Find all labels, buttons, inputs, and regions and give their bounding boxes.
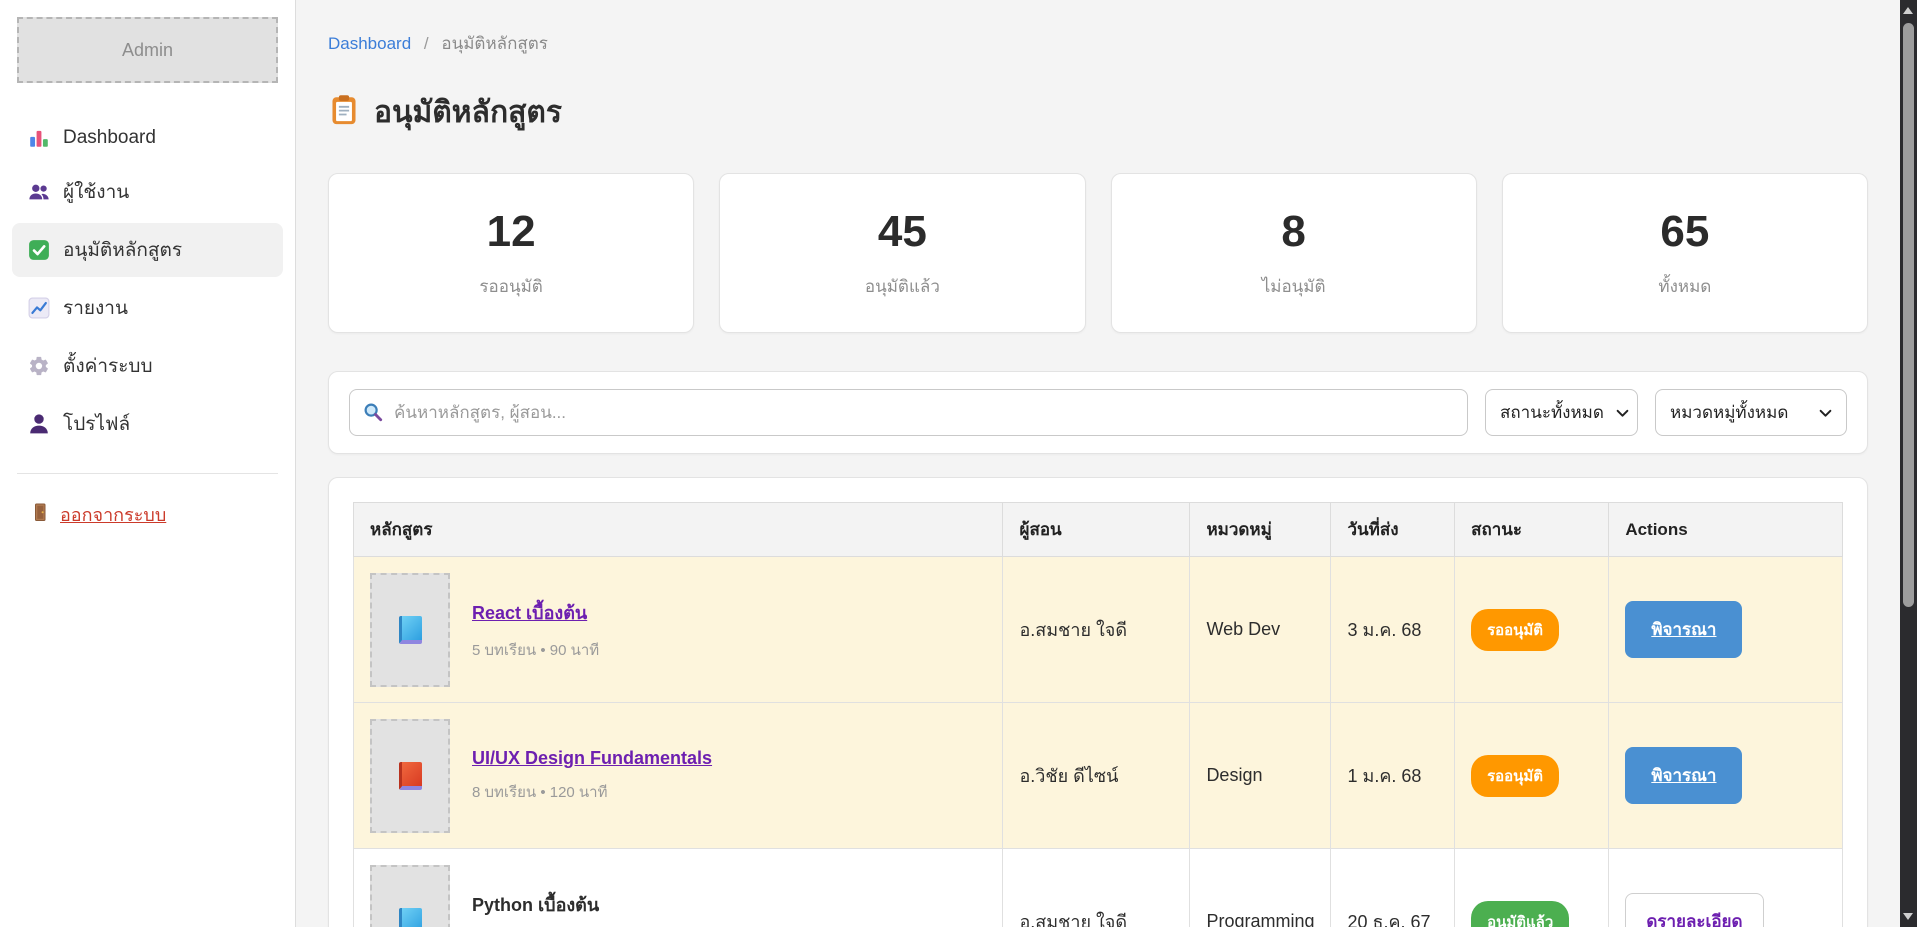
gear-icon [28, 355, 50, 377]
review-button[interactable]: พิจารณา [1625, 747, 1742, 804]
sidebar-item-label: ผู้ใช้งาน [63, 177, 129, 207]
column-header-instructor: ผู้สอน [1003, 503, 1190, 557]
trend-chart-icon [28, 297, 50, 319]
stat-card-pending: 12 รออนุมัติ [328, 173, 694, 333]
sidebar-item-label: ตั้งค่าระบบ [63, 351, 153, 381]
stat-value: 12 [487, 207, 536, 257]
logout-link[interactable]: ออกจากระบบ [30, 500, 166, 529]
sidebar-item-course-approval[interactable]: อนุมัติหลักสูตร [12, 223, 283, 277]
scrollbar-up-arrow-icon[interactable] [1903, 7, 1913, 14]
users-icon [28, 181, 50, 203]
status-badge: อนุมัติแล้ว [1471, 901, 1569, 927]
instructor-cell: อ.สมชาย ใจดี [1003, 849, 1190, 927]
date-cell: 1 ม.ค. 68 [1331, 703, 1455, 849]
column-header-date: วันที่ส่ง [1331, 503, 1455, 557]
column-header-course: หลักสูตร [354, 503, 1003, 557]
main-content: Dashboard / อนุมัติหลักสูตร อนุมัติหลักส… [296, 0, 1900, 927]
clipboard-icon [328, 94, 360, 131]
search-input[interactable] [349, 389, 1468, 436]
page-title-text: อนุมัติหลักสูตร [374, 89, 562, 136]
stat-card-total: 65 ทั้งหมด [1502, 173, 1868, 333]
column-header-category: หมวดหมู่ [1190, 503, 1331, 557]
course-meta: 8 บทเรียน • 120 นาที [472, 780, 712, 804]
stats-row: 12 รออนุมัติ 45 อนุมัติแล้ว 8 ไม่อนุมัติ… [328, 173, 1868, 333]
instructor-cell: อ.สมชาย ใจดี [1003, 557, 1190, 703]
table-row: Python เบื้องต้น 8 บทเรียน • 120 นาที อ.… [354, 849, 1843, 927]
search-box [349, 389, 1468, 436]
breadcrumb-current: อนุมัติหลักสูตร [441, 34, 548, 53]
course-title-link[interactable]: React เบื้องต้น [472, 603, 587, 623]
person-icon [28, 413, 50, 435]
category-filter-value: หมวดหมู่ทั้งหมด [1670, 399, 1788, 426]
course-title: Python เบื้องต้น [472, 895, 599, 915]
view-details-button[interactable]: ดูรายละเอียด [1625, 893, 1763, 927]
category-cell: Programming [1190, 849, 1331, 927]
course-meta: 5 บทเรียน • 90 นาที [472, 638, 599, 662]
courses-table-card: หลักสูตร ผู้สอน หมวดหมู่ วันที่ส่ง สถานะ… [328, 477, 1868, 927]
breadcrumb: Dashboard / อนุมัติหลักสูตร [328, 30, 1868, 57]
stat-value: 45 [878, 207, 927, 257]
date-cell: 3 ม.ค. 68 [1331, 557, 1455, 703]
sidebar-item-reports[interactable]: รายงาน [12, 281, 283, 335]
status-filter-value: สถานะทั้งหมด [1500, 399, 1604, 426]
course-thumbnail [370, 719, 450, 833]
admin-logo-label: Admin [122, 40, 173, 61]
sidebar-item-label: รายงาน [63, 293, 128, 323]
bar-chart-icon [28, 127, 50, 149]
breadcrumb-separator: / [424, 34, 429, 53]
table-header-row: หลักสูตร ผู้สอน หมวดหมู่ วันที่ส่ง สถานะ… [354, 503, 1843, 557]
instructor-cell: อ.วิชัย ดีไซน์ [1003, 703, 1190, 849]
chevron-down-icon [1819, 403, 1832, 423]
table-row: React เบื้องต้น 5 บทเรียน • 90 นาที อ.สม… [354, 557, 1843, 703]
category-cell: Web Dev [1190, 557, 1331, 703]
red-book-icon [399, 762, 422, 790]
scrollbar-down-arrow-icon[interactable] [1903, 913, 1913, 920]
sidebar-item-label: อนุมัติหลักสูตร [63, 235, 182, 265]
stat-value: 8 [1281, 207, 1305, 257]
stat-card-approved: 45 อนุมัติแล้ว [719, 173, 1085, 333]
logout-label: ออกจากระบบ [60, 500, 166, 529]
courses-table: หลักสูตร ผู้สอน หมวดหมู่ วันที่ส่ง สถานะ… [353, 502, 1843, 927]
app-window: Admin Dashboard ผู้ใช้งาน อนุมัติหลักสูต… [0, 0, 1917, 927]
sidebar-item-settings[interactable]: ตั้งค่าระบบ [12, 339, 283, 393]
stat-label: รออนุมัติ [479, 273, 542, 300]
status-badge: รออนุมัติ [1471, 609, 1559, 651]
column-header-status: สถานะ [1455, 503, 1609, 557]
sidebar-nav: Dashboard ผู้ใช้งาน อนุมัติหลักสูตร รายง… [0, 115, 295, 451]
sidebar-item-label: Dashboard [63, 127, 156, 149]
sidebar-divider [17, 473, 278, 474]
category-cell: Design [1190, 703, 1331, 849]
vertical-scrollbar[interactable] [1900, 0, 1917, 927]
table-row: UI/UX Design Fundamentals 8 บทเรียน • 12… [354, 703, 1843, 849]
stat-card-rejected: 8 ไม่อนุมัติ [1111, 173, 1477, 333]
filter-bar: สถานะทั้งหมด หมวดหมู่ทั้งหมด [328, 371, 1868, 454]
chevron-down-icon [1616, 403, 1629, 423]
check-square-icon [28, 239, 50, 261]
breadcrumb-dashboard-link[interactable]: Dashboard [328, 34, 411, 53]
course-thumbnail [370, 865, 450, 927]
sidebar-item-label: โปรไฟล์ [63, 409, 130, 439]
stat-label: อนุมัติแล้ว [865, 273, 940, 300]
column-header-actions: Actions [1609, 503, 1843, 557]
review-button[interactable]: พิจารณา [1625, 601, 1742, 658]
stat-label: ทั้งหมด [1658, 273, 1711, 300]
course-thumbnail [370, 573, 450, 687]
status-filter-select[interactable]: สถานะทั้งหมด [1485, 389, 1638, 436]
blue-book-icon [399, 908, 422, 927]
door-icon [30, 502, 50, 527]
course-title-link[interactable]: UI/UX Design Fundamentals [472, 748, 712, 768]
scrollbar-thumb[interactable] [1903, 23, 1914, 607]
admin-logo: Admin [17, 17, 278, 83]
sidebar-item-dashboard[interactable]: Dashboard [12, 115, 283, 161]
stat-value: 65 [1660, 207, 1709, 257]
blue-book-icon [399, 616, 422, 644]
date-cell: 20 ธ.ค. 67 [1331, 849, 1455, 927]
sidebar-item-users[interactable]: ผู้ใช้งาน [12, 165, 283, 219]
sidebar: Admin Dashboard ผู้ใช้งาน อนุมัติหลักสูต… [0, 0, 296, 927]
stat-label: ไม่อนุมัติ [1262, 273, 1326, 300]
status-badge: รออนุมัติ [1471, 755, 1559, 797]
sidebar-item-profile[interactable]: โปรไฟล์ [12, 397, 283, 451]
page-title: อนุมัติหลักสูตร [328, 89, 1868, 136]
category-filter-select[interactable]: หมวดหมู่ทั้งหมด [1655, 389, 1847, 436]
